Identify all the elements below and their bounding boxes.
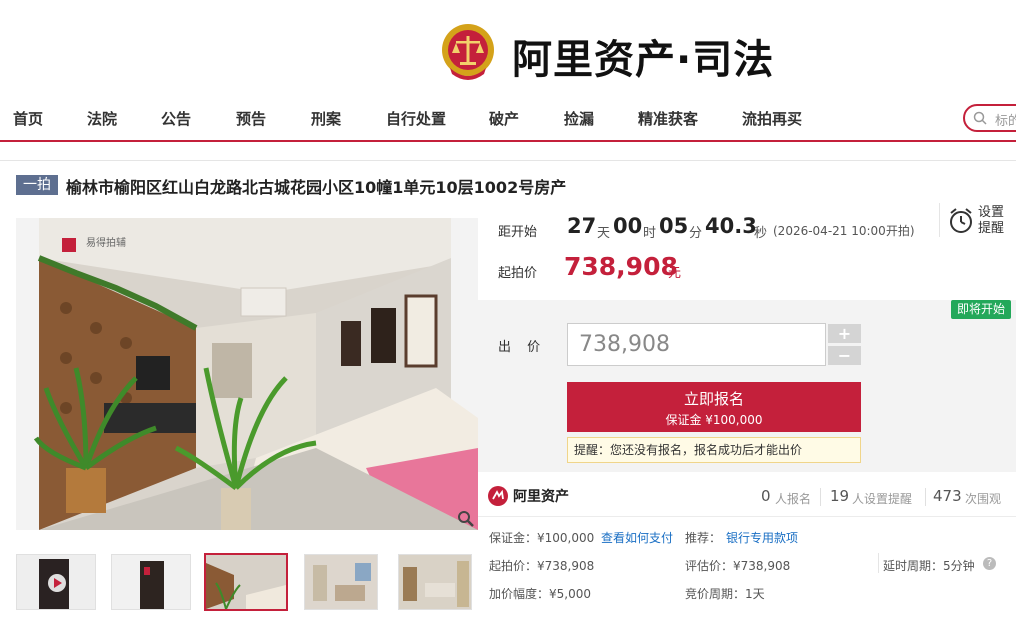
hallway-thumbnail [399,555,471,609]
thumbnail-1[interactable] [16,554,96,610]
auction-start-time: (2026-04-21 10:00开拍) [773,224,915,238]
bank-funds-link[interactable]: 银行专用款项 [726,529,798,546]
nav-item-self-disposal[interactable]: 自行处置 [386,108,446,129]
auction-round-badge: 一拍 [16,175,58,195]
main-photo[interactable]: 易得拍辅 [16,218,478,530]
countdown-hours-unit: 时 [643,226,657,241]
signup-button[interactable]: 立即报名 保证金 ¥100,000 [567,382,861,432]
thumbnail-3-active[interactable] [204,553,288,611]
header: 阿里资产·司法 [0,0,1016,98]
dining-room-thumbnail [305,555,377,609]
living-room-thumbnail [206,555,286,609]
recommend-label: 推荐： [685,531,722,545]
view-count: 473 [933,487,962,505]
view-count-unit: 次围观 [965,492,1002,506]
search-input[interactable]: 标的 [995,110,1016,129]
alarm-clock-icon [950,208,972,233]
signup-reminder-tip: 提醒：您还没有报名，报名成功后才能出价 [567,437,861,463]
countdown-minutes-unit: 分 [689,226,703,241]
nav-item-bargain[interactable]: 捡漏 [564,108,594,129]
increase-bid-button[interactable]: + [828,324,861,343]
signup-count: 0 [761,487,771,505]
reminder-count-unit: 人设置提醒 [852,492,913,506]
nav-item-criminal[interactable]: 刑案 [311,108,341,129]
countdown-days-unit: 天 [597,226,611,241]
status-badge: 即将开始 [951,300,1011,319]
countdown-hours: 00 [613,214,643,238]
zoom-icon[interactable] [457,510,475,528]
reminder-count: 19 [830,487,850,505]
deposit-info: 保证金：¥100,000 [489,531,595,545]
ali-assets-brand: 阿里资产 [513,489,569,505]
signup-count-unit: 人报名 [775,492,812,506]
countdown-days: 27 [567,214,597,238]
main-nav: 首页 法院 公告 预告 刑案 自行处置 破产 捡漏 精准获客 流拍再买 [0,98,1016,142]
set-reminder-button[interactable]: 设置提醒 [946,205,1010,239]
stats-divider [820,488,821,506]
nav-item-preview[interactable]: 预告 [236,108,266,129]
bid-increment: 加价幅度：¥5,000 [489,587,591,601]
living-room-photo: 易得拍辅 [16,218,478,530]
help-icon[interactable]: ? [983,557,996,570]
nav-item-home[interactable]: 首页 [13,108,43,129]
brand-logo-text: 阿里资产·司法 [512,37,775,83]
signup-button-label: 立即报名 [683,390,744,408]
photo-watermark: 易得拍辅 [86,236,126,249]
thumbnail-2[interactable] [111,554,191,610]
deposit-amount-label: 保证金 ¥100,000 [665,413,763,427]
listing-title: 榆林市榆阳区红山白龙路北古城花园小区10幢1单元10层1002号房产 [66,178,567,197]
countdown-seconds: 40.3 [705,214,757,238]
details-divider [878,553,879,573]
door-video-thumbnail [17,555,95,609]
bidding-cycle: 竞价周期：1天 [685,587,765,601]
appraisal-price: 评估价：¥738,908 [685,559,791,573]
countdown-seconds-unit: 秒 [754,226,768,241]
countdown-minutes: 05 [659,214,689,238]
ali-assets-logo-icon [488,486,508,506]
start-price-value: 738,908 [564,252,678,281]
bid-label: 出 价 [498,340,547,355]
nav-item-bankruptcy[interactable]: 破产 [489,108,519,129]
decrease-bid-button[interactable]: − [828,346,861,365]
nav-item-relist[interactable]: 流拍再买 [742,108,802,129]
set-reminder-label: 设置提醒 [978,205,1005,236]
nav-item-precise-leads[interactable]: 精准获客 [638,108,698,129]
nav-item-notice[interactable]: 公告 [161,108,191,129]
how-to-pay-link[interactable]: 查看如何支付 [601,529,673,546]
countdown-label: 距开始 [498,225,538,240]
start-price-unit: 元 [668,266,682,281]
search-icon [973,111,987,125]
nav-item-court[interactable]: 法院 [87,108,117,129]
bid-amount-input[interactable]: 738,908 [567,323,826,366]
search-box[interactable]: 标的 [963,104,1016,132]
door-thumbnail [112,555,190,609]
detail-start-price: 起拍价：¥738,908 [489,559,595,573]
thumbnail-5[interactable] [398,554,472,610]
delay-period: 延时周期：5分钟 [883,559,975,573]
thumbnail-4[interactable] [304,554,378,610]
divider [939,203,940,237]
start-price-label: 起拍价 [498,266,538,281]
stats-divider [925,488,926,506]
court-emblem-icon [442,24,494,80]
